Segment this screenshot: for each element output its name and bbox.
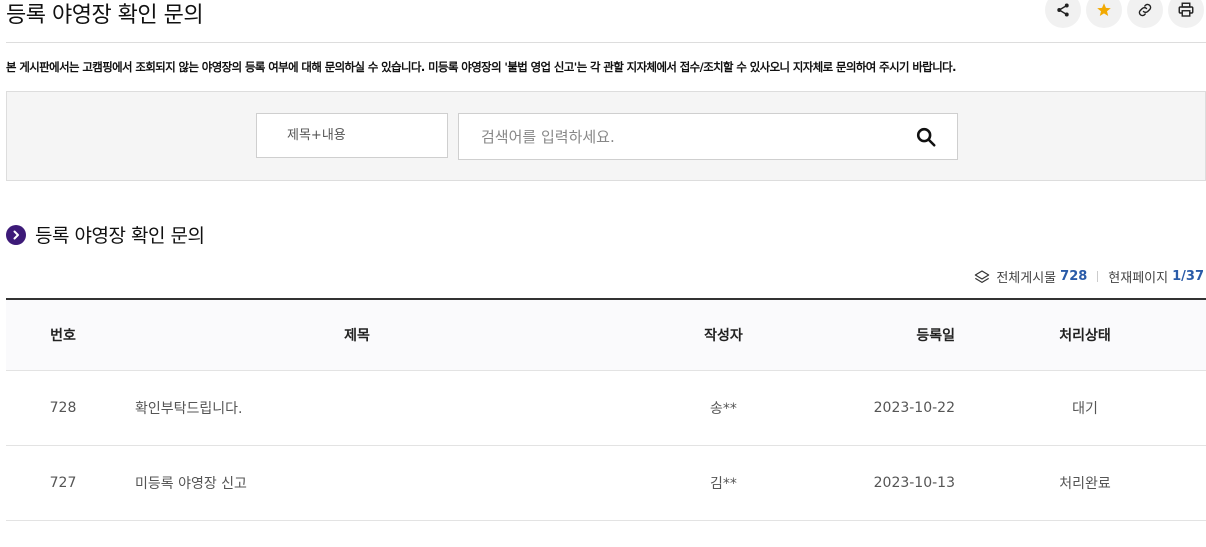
favorite-button[interactable] [1086,0,1122,28]
page-tools [1045,0,1204,28]
header-title: 제목 [120,299,594,371]
total-posts-value: 728 [1060,269,1088,284]
search-input[interactable] [458,113,958,160]
chevron-right-icon [6,224,26,245]
share-icon [1057,3,1069,17]
counts-divider [1097,271,1099,282]
row-title-link[interactable]: 확인부탁드립니다. [120,370,594,446]
row-status: 처리완료 [955,445,1206,521]
search-panel: 제목+내용 [6,91,1206,181]
link-icon [1138,3,1152,17]
share-button[interactable] [1045,0,1081,28]
print-button[interactable] [1168,0,1204,28]
current-page-label: 현재페이지 [1108,271,1169,286]
title-divider [6,42,1206,43]
table-row[interactable]: 728 확인부탁드립니다. 송** 2023-10-22 대기 [6,370,1206,446]
current-page-value: 1/37 [1172,269,1204,284]
table-header-row: 번호 제목 작성자 등록일 처리상태 [6,299,1206,371]
row-date: 2023-10-13 [853,445,955,521]
total-posts-label: 전체게시물 [996,271,1057,286]
search-scope-select[interactable]: 제목+내용 [256,113,448,158]
header-author: 작성자 [594,299,853,371]
row-status: 대기 [955,370,1206,446]
print-icon [1178,2,1194,17]
header-status: 처리상태 [955,299,1206,371]
board-counts: 전체게시물 728 현재페이지 1/37 [974,267,1204,286]
table-row[interactable]: 727 미등록 야영장 신고 김** 2023-10-13 처리완료 [6,445,1206,521]
star-icon [1097,3,1111,16]
section-title: 등록 야영장 확인 문의 [35,225,205,247]
copy-link-button[interactable] [1127,0,1163,28]
row-author: 송** [594,370,853,446]
page-title: 등록 야영장 확인 문의 [6,3,204,28]
search-icon [916,127,936,147]
row-date: 2023-10-22 [853,370,955,446]
layers-icon [975,269,990,283]
header-num: 번호 [6,299,120,371]
board-notice: 본 게시판에서는 고캠핑에서 조회되지 않는 야영장의 등록 여부에 대해 문의… [6,60,956,74]
row-num: 728 [6,370,120,446]
row-num: 727 [6,445,120,521]
section-header: 등록 야영장 확인 문의 [6,221,205,248]
board-table: 번호 제목 작성자 등록일 처리상태 728 확인부탁드립니다. 송** 202… [6,298,1206,521]
header-date: 등록일 [853,299,955,371]
row-title-link[interactable]: 미등록 야영장 신고 [120,445,594,521]
search-button[interactable] [910,124,942,150]
row-author: 김** [594,445,853,521]
